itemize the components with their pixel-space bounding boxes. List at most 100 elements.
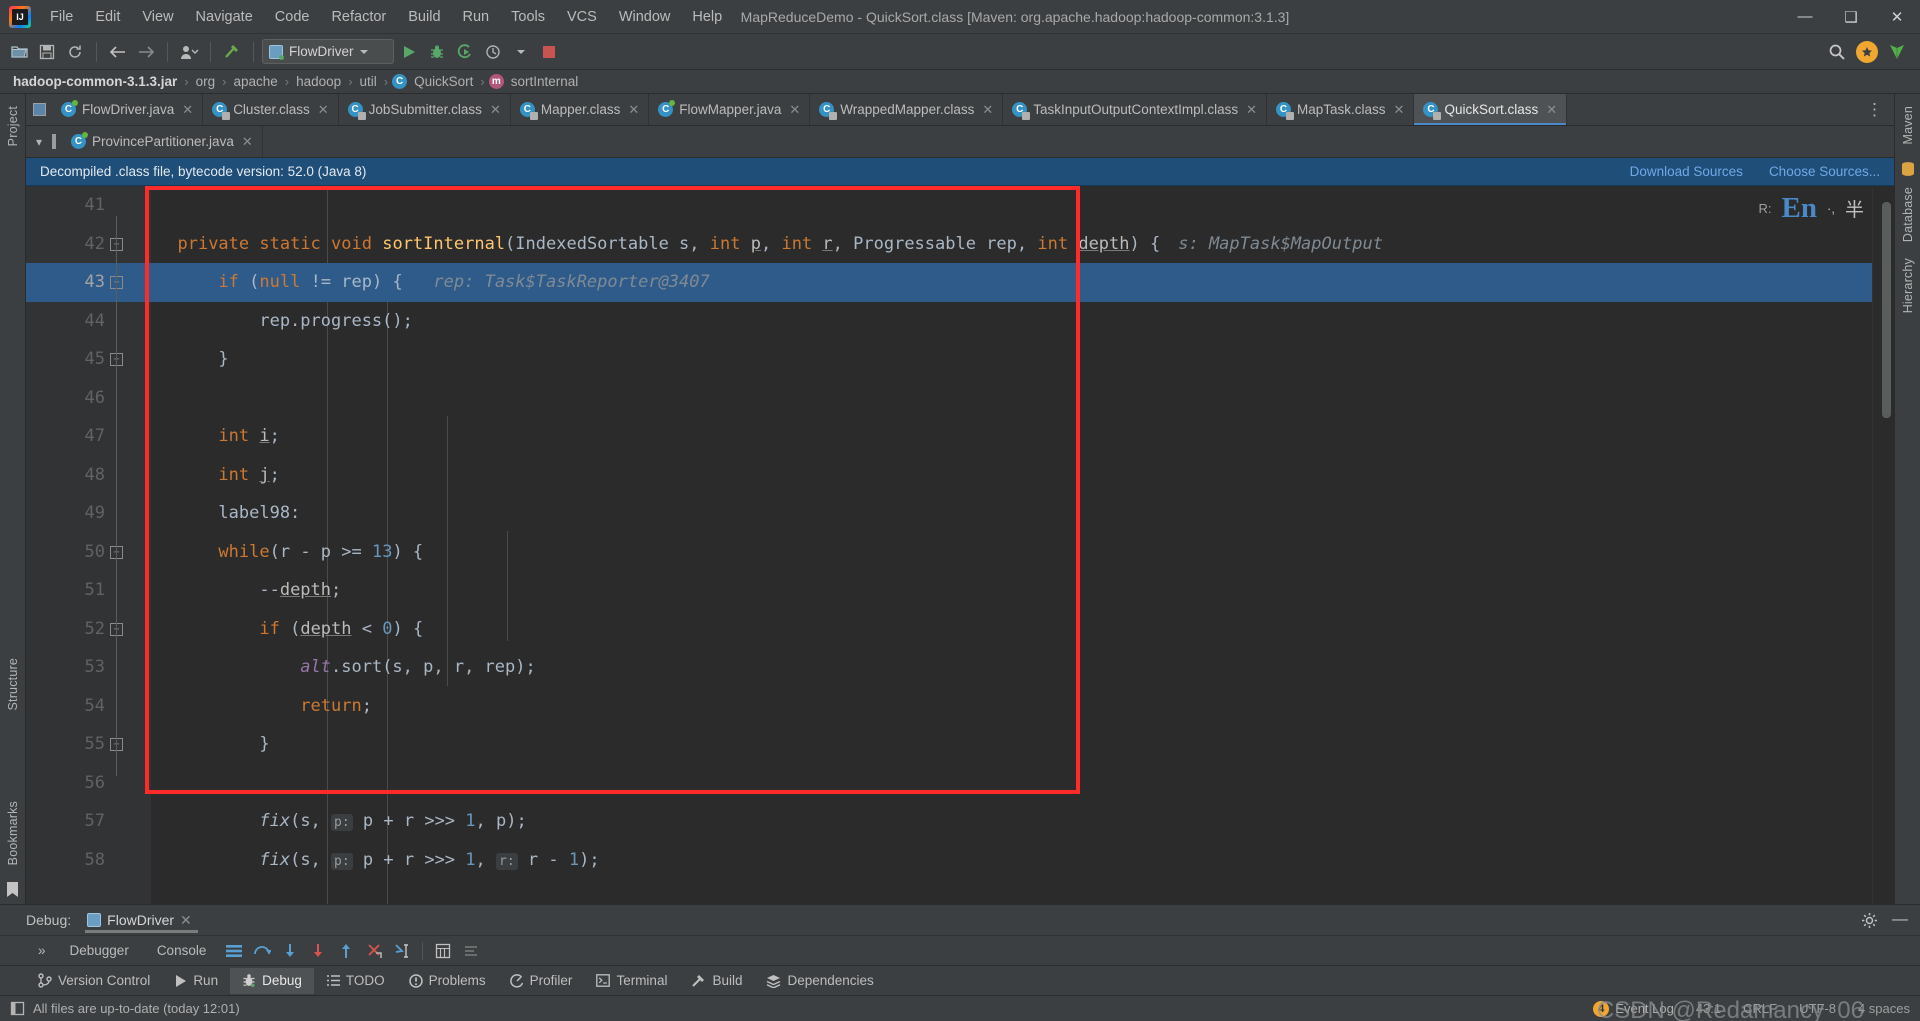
force-step-into-icon[interactable] <box>304 940 332 962</box>
code-line[interactable]: --depth; <box>151 571 1872 610</box>
gutter-line-number[interactable]: 47 <box>26 417 151 456</box>
breadcrumb-item-apache[interactable]: apache <box>230 74 280 89</box>
gutter-line-number[interactable]: 43 <box>26 263 151 302</box>
step-over-icon[interactable] <box>248 940 276 962</box>
close-icon[interactable]: ✕ <box>1546 102 1557 118</box>
back-arrow-icon[interactable] <box>105 39 131 65</box>
restore-layout-icon[interactable] <box>220 940 248 962</box>
bottom-tool-dependencies[interactable]: Dependencies <box>754 968 885 994</box>
gutter-line-number[interactable]: 44 <box>26 302 151 341</box>
step-into-icon[interactable] <box>276 940 304 962</box>
tool-tab-database[interactable]: Database <box>1898 181 1918 248</box>
gutter-line-number[interactable]: 50 <box>26 533 151 572</box>
close-icon[interactable]: ✕ <box>1246 102 1257 118</box>
menu-item-navigate[interactable]: Navigate <box>185 5 264 29</box>
gutter-line-number[interactable]: 42 <box>26 225 151 264</box>
code-line[interactable]: if (null != rep) { rep: Task$TaskReporte… <box>151 263 1872 302</box>
editor-scrollbar-thumb[interactable] <box>1882 202 1891 418</box>
debug-tab-debugger[interactable]: Debugger <box>56 943 143 958</box>
chevron-down-icon-2[interactable] <box>508 39 534 65</box>
step-out-icon[interactable] <box>332 940 360 962</box>
gutter-line-number[interactable]: 48 <box>26 456 151 495</box>
gutter-line-number[interactable]: 57 <box>26 802 151 841</box>
download-sources-link[interactable]: Download Sources <box>1630 164 1743 179</box>
status-caret-position[interactable]: 43:1 <box>1696 1001 1721 1016</box>
input-method-badge[interactable]: En <box>1782 192 1817 225</box>
tool-tab-hierarchy[interactable]: Hierarchy <box>1898 252 1918 319</box>
gutter-line-number[interactable]: 54 <box>26 687 151 726</box>
close-icon[interactable]: ✕ <box>490 102 501 118</box>
gutter-line-number[interactable]: 41 <box>26 186 151 225</box>
menu-item-view[interactable]: View <box>131 5 184 29</box>
event-log-button[interactable]: 4 Event Log <box>1593 1000 1674 1017</box>
menu-item-help[interactable]: Help <box>681 5 733 29</box>
debug-expand-icon[interactable]: » <box>28 943 56 958</box>
menu-item-build[interactable]: Build <box>397 5 451 29</box>
breadcrumb-item-hadoop[interactable]: hadoop <box>293 74 344 89</box>
profiler-toolbar-icon[interactable] <box>480 39 506 65</box>
database-icon[interactable] <box>1900 161 1916 177</box>
menu-item-code[interactable]: Code <box>264 5 321 29</box>
editor-tab-wrappedmapper-class[interactable]: C WrappedMapper.class ✕ <box>810 94 1004 125</box>
status-indent[interactable]: 4 spaces <box>1858 1001 1910 1016</box>
forward-arrow-icon[interactable] <box>133 39 159 65</box>
code-line[interactable]: } <box>151 340 1872 379</box>
open-folder-icon[interactable] <box>6 39 32 65</box>
close-icon[interactable]: ✕ <box>628 102 639 118</box>
breadcrumb-item-util[interactable]: util <box>357 74 380 89</box>
editor-tabs-more-icon[interactable]: ⋮ <box>1856 94 1894 125</box>
close-button[interactable]: ✕ <box>1874 0 1920 34</box>
bottom-tool-profiler[interactable]: Profiler <box>498 968 585 994</box>
debug-icon[interactable] <box>424 39 450 65</box>
tool-tab-bookmarks[interactable]: Bookmarks <box>3 795 23 871</box>
status-line-separator[interactable]: CRLF <box>1743 1001 1777 1016</box>
maximize-button[interactable]: ❑ <box>1828 0 1874 34</box>
editor-tab-mapper-class[interactable]: C Mapper.class ✕ <box>510 94 650 125</box>
close-icon[interactable]: ✕ <box>789 102 800 118</box>
code-line[interactable]: return; <box>151 687 1872 726</box>
bottom-tool-debug[interactable]: Debug <box>230 967 314 994</box>
save-all-icon[interactable] <box>34 39 60 65</box>
bottom-tool-build[interactable]: Build <box>679 968 754 994</box>
tool-tab-maven[interactable]: Maven <box>1898 100 1918 151</box>
editor-marker-scrollbar[interactable] <box>1872 186 1894 904</box>
run-coverage-icon[interactable] <box>452 39 478 65</box>
ime-mode-icon[interactable]: 半 <box>1845 195 1864 222</box>
search-icon[interactable] <box>1824 39 1850 65</box>
choose-sources-link[interactable]: Choose Sources... <box>1769 164 1880 179</box>
stop-icon[interactable] <box>536 39 562 65</box>
gutter-line-number[interactable]: 55 <box>26 725 151 764</box>
project-window-icon[interactable] <box>32 103 46 116</box>
minimize-icon[interactable]: — <box>1892 912 1908 928</box>
menu-item-run[interactable]: Run <box>452 5 501 29</box>
menu-item-refactor[interactable]: Refactor <box>320 5 397 29</box>
gutter-line-number[interactable]: 51 <box>26 571 151 610</box>
bottom-tool-version-control[interactable]: Version Control <box>26 968 162 994</box>
editor-gutter[interactable]: 41−42−4344−4546474849−5051−525354−555657… <box>26 186 151 904</box>
menu-item-window[interactable]: Window <box>608 5 682 29</box>
editor-tab-flowmapper-java[interactable]: C FlowMapper.java ✕ <box>649 94 811 125</box>
close-icon[interactable]: ✕ <box>982 102 993 118</box>
build-hammer-icon[interactable] <box>219 39 245 65</box>
code-line[interactable]: fix(s, p: p + r >>> 1, p); <box>151 802 1872 841</box>
gutter-line-number[interactable]: 49 <box>26 494 151 533</box>
editor-tab-flowdriver-java[interactable]: C FlowDriver.java ✕ <box>52 94 204 125</box>
code-line[interactable]: fix(s, p: p + r >>> 1, r: r - 1); <box>151 841 1872 880</box>
code-line[interactable]: if (depth < 0) { <box>151 610 1872 649</box>
menu-item-file[interactable]: File <box>39 5 84 29</box>
code-line[interactable]: while(r - p >= 13) { <box>151 533 1872 572</box>
editor-tab-quicksort-class[interactable]: C QuickSort.class ✕ <box>1414 94 1568 125</box>
code-line[interactable] <box>151 764 1872 803</box>
debug-tab-console[interactable]: Console <box>143 943 221 958</box>
close-icon[interactable]: ✕ <box>242 134 253 150</box>
gutter-line-number[interactable]: 58 <box>26 841 151 880</box>
code-line[interactable]: int i; <box>151 417 1872 456</box>
code-line[interactable]: } <box>151 725 1872 764</box>
mute-breakpoints-icon[interactable] <box>457 940 485 962</box>
ide-features-icon[interactable] <box>1884 39 1910 65</box>
code-line[interactable]: alt.sort(s, p, r, rep); <box>151 648 1872 687</box>
breadcrumb-item-hadoop-common-3-1-3-jar[interactable]: hadoop-common-3.1.3.jar <box>10 74 180 89</box>
breadcrumb-item-sortinternal[interactable]: m sortInternal <box>488 74 582 89</box>
bottom-tool-run[interactable]: Run <box>162 968 230 994</box>
breadcrumb-item-org[interactable]: org <box>193 74 219 89</box>
